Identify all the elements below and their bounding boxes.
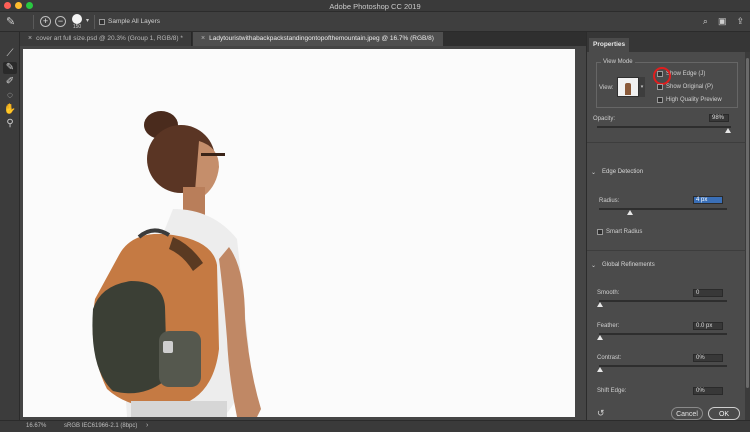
contrast-slider-handle[interactable] [597,367,603,372]
document-tabs: × cover art full size.psd @ 20.3% (Group … [20,32,586,46]
opacity-label: Opacity: [593,116,616,122]
show-original-label: Show Original (P) [666,84,714,90]
app-title: Adobe Photoshop CC 2019 [329,2,421,11]
options-separator [33,15,34,29]
brush-preview-icon[interactable] [72,14,82,24]
contrast-slider-track[interactable] [599,365,727,367]
options-separator [94,15,95,29]
tab-properties[interactable]: Properties [589,38,630,52]
tools-panel: ⟋ ✎ ✐ ◌ ✋ ⚲ [0,32,20,420]
properties-panel: Properties View Mode View: ▾ Show Edge (… [586,32,750,420]
ok-button[interactable]: OK [708,407,740,420]
share-icon[interactable]: ⇪ [736,16,744,27]
annotation-highlight-ring [653,67,671,85]
tab-lady-tourist[interactable]: × Ladytouristwithabackpackstandingontopof… [193,32,443,46]
brush-size-value: 150 [72,24,82,30]
smart-radius-checkbox[interactable] [597,229,603,235]
smooth-value[interactable]: 0 [693,289,723,297]
subtract-from-selection-icon[interactable]: − [55,16,66,27]
view-mode-thumbnail[interactable] [617,77,639,97]
global-refinements-label: Global Refinements [602,262,655,268]
opacity-slider-handle[interactable] [725,128,732,133]
status-bar: 16.67% sRGB IEC61966-2.1 (8bpc) › [0,420,750,432]
radius-slider-handle[interactable] [626,210,633,215]
zoom-level[interactable]: 16.67% [26,423,46,429]
cancel-button[interactable]: Cancel [671,407,703,420]
show-edge-label: Show Edge (J) [666,71,706,77]
high-quality-preview-checkbox[interactable] [657,97,663,103]
options-right-controls: ⌕ ▣ ⇪ [703,16,744,27]
add-to-selection-icon[interactable]: + [40,16,51,27]
radius-value[interactable]: 4 px [693,196,723,204]
high-quality-preview-option[interactable]: High Quality Preview [657,97,722,103]
chevron-right-icon[interactable]: › [146,422,148,429]
opacity-slider-track[interactable] [597,126,731,128]
smart-radius-option[interactable]: Smart Radius [597,229,642,235]
contrast-value[interactable]: 0% [693,354,723,362]
panel-scrollbar[interactable] [745,52,750,420]
workspace-icon[interactable]: ▣ [718,16,727,27]
hand-tool-icon[interactable]: ✋ [3,104,17,116]
photo-subject [23,49,575,417]
document-canvas[interactable] [23,49,575,417]
smart-radius-label: Smart Radius [606,229,643,235]
view-mode-label: View Mode [601,59,635,65]
tab-label: Ladytouristwithabackpackstandingontopoft… [209,35,434,42]
opacity-value[interactable]: 98% [709,114,729,122]
feather-label: Feather: [597,323,620,329]
global-refinements-header[interactable]: ⌄ Global Refinements [591,262,655,269]
chevron-down-icon[interactable]: ⌄ [591,262,596,269]
shift-edge-label: Shift Edge: [597,388,627,394]
sample-all-layers-label: Sample All Layers [108,18,161,25]
smooth-slider-track[interactable] [599,300,727,302]
canvas-area [20,46,586,420]
quick-selection-tool-icon[interactable]: ⟋ [3,48,17,60]
smooth-label: Smooth: [597,290,620,296]
tab-label: cover art full size.psd @ 20.3% (Group 1… [36,35,183,42]
refine-brush-tool-icon[interactable]: ✎ [6,15,22,29]
high-quality-preview-label: High Quality Preview [666,97,722,103]
radius-slider-track[interactable] [599,208,727,210]
color-profile: sRGB IEC61966-2.1 (8bpc) [64,423,138,429]
panel-tab-bar: Properties [587,32,750,52]
chevron-down-icon[interactable]: ▾ [639,77,645,97]
title-bar: Adobe Photoshop CC 2019 [0,0,750,12]
lasso-tool-icon[interactable]: ◌ [3,90,17,102]
options-bar: ✎ + − 150 ▾ Sample All Layers ⌕ ▣ ⇪ [0,12,750,32]
sample-all-layers-checkbox[interactable] [99,18,105,25]
smooth-slider-handle[interactable] [597,302,603,307]
close-icon[interactable]: × [201,35,205,42]
view-thumbnail-figure [625,83,631,95]
brush-tool-icon[interactable]: ✐ [3,76,17,88]
show-original-option[interactable]: Show Original (P) [657,84,713,90]
feather-slider-track[interactable] [599,333,727,335]
sample-all-layers-option[interactable]: Sample All Layers [99,18,160,25]
search-icon[interactable]: ⌕ [703,16,708,27]
chevron-down-icon[interactable]: ⌄ [591,169,596,176]
show-original-checkbox[interactable] [657,84,663,90]
view-label: View: [599,85,614,91]
close-icon[interactable]: × [28,35,32,42]
radius-label: Radius: [599,198,620,204]
feather-slider-handle[interactable] [597,335,603,340]
tab-cover-art[interactable]: × cover art full size.psd @ 20.3% (Group … [20,32,192,46]
feather-value[interactable]: 0.0 px [693,322,723,330]
section-divider [587,250,746,251]
panel-scrollbar-thumb[interactable] [746,58,749,388]
reset-icon[interactable]: ↺ [597,408,605,419]
zoom-tool-icon[interactable]: ⚲ [3,118,17,130]
section-divider [587,142,746,143]
contrast-label: Contrast: [597,355,622,361]
edge-detection-label: Edge Detection [602,169,644,175]
shift-edge-value[interactable]: 0% [693,387,723,395]
chevron-down-icon[interactable]: ▾ [86,17,89,24]
edge-detection-header[interactable]: ⌄ Edge Detection [591,169,643,176]
refine-edge-brush-tool-icon[interactable]: ✎ [3,62,17,74]
